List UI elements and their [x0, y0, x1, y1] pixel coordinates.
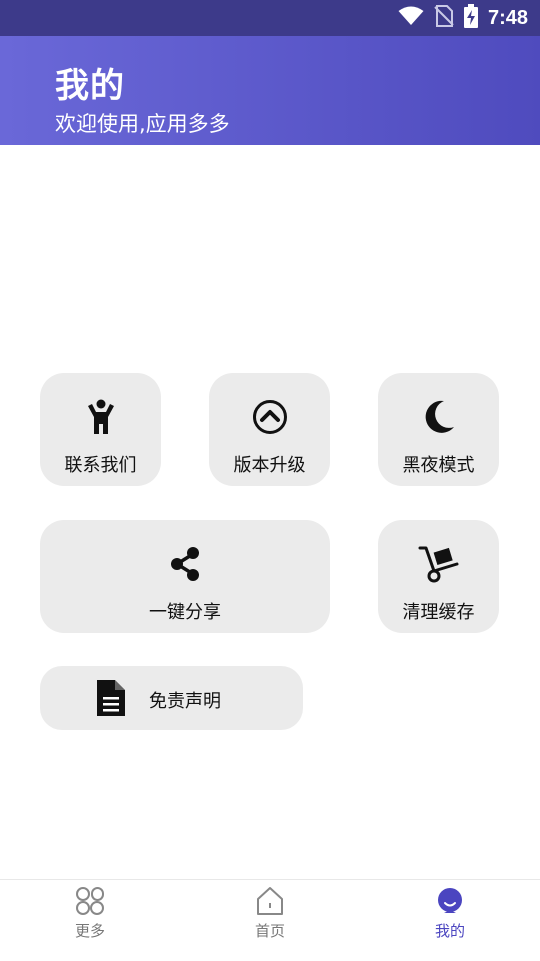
- share-icon: [40, 544, 330, 584]
- header: 我的 欢迎使用,应用多多: [0, 36, 540, 145]
- disclaimer-button[interactable]: 免责声明: [40, 666, 303, 730]
- clear-cache-button[interactable]: 清理缓存: [378, 520, 499, 633]
- version-upgrade-label: 版本升级: [233, 455, 306, 476]
- chevron-up-circle-icon: [209, 397, 330, 437]
- contact-us-button[interactable]: 联系我们: [40, 373, 161, 486]
- status-bar: 7:48: [0, 0, 540, 36]
- status-icons: 7:48: [398, 0, 528, 36]
- contact-us-label: 联系我们: [64, 455, 137, 476]
- nav-item-mine[interactable]: 我的: [360, 880, 540, 961]
- moon-icon: [378, 397, 499, 437]
- profile-icon: [360, 885, 540, 917]
- nav-label-mine: 我的: [434, 922, 465, 940]
- version-upgrade-button[interactable]: 版本升级: [209, 373, 330, 486]
- battery-charging-icon: [463, 4, 478, 32]
- night-mode-button[interactable]: 黑夜模式: [378, 373, 499, 486]
- home-icon: [180, 885, 360, 917]
- disclaimer-label: 免责声明: [149, 691, 221, 712]
- night-mode-label: 黑夜模式: [402, 455, 475, 476]
- person-icon: [40, 397, 161, 437]
- clear-cache-label: 清理缓存: [402, 602, 475, 623]
- share-button[interactable]: 一键分享: [40, 520, 330, 633]
- grid-icon: [0, 885, 180, 917]
- nav-item-home[interactable]: 首页: [180, 880, 360, 961]
- nav-item-more[interactable]: 更多: [0, 880, 180, 961]
- page-subtitle: 欢迎使用,应用多多: [55, 112, 230, 136]
- page-title: 我的: [55, 66, 125, 106]
- bottom-nav: 更多 首页 我的: [0, 879, 540, 961]
- hand-truck-icon: [378, 544, 499, 584]
- nav-label-more: 更多: [74, 922, 105, 940]
- status-time: 7:48: [487, 6, 528, 29]
- nav-label-home: 首页: [254, 922, 285, 940]
- wifi-icon: [398, 6, 424, 30]
- document-icon: [94, 680, 128, 716]
- no-sim-icon: [434, 5, 454, 31]
- share-label: 一键分享: [149, 602, 221, 623]
